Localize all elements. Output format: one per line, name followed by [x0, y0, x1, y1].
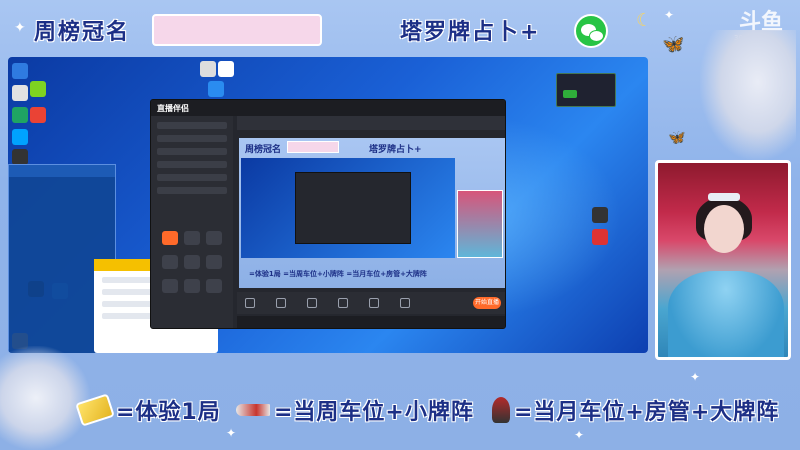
- desktop-icon[interactable]: [12, 107, 28, 123]
- tool-button[interactable]: [162, 231, 178, 245]
- tool-button[interactable]: [184, 279, 200, 293]
- preview-right-text: 塔罗牌占卜+: [369, 145, 422, 155]
- star-icon: ✦: [226, 426, 237, 440]
- tiara: [708, 193, 740, 201]
- star-icon: ✦: [690, 370, 701, 384]
- reward-item: =体验1局: [75, 393, 221, 427]
- app-main-area: 周榜冠名 塔罗牌占卜+ =体验1局 =当周车位+小牌阵 =当月车位+房管+大牌阵…: [237, 116, 505, 328]
- scene-item[interactable]: [157, 122, 227, 129]
- control-button[interactable]: [369, 298, 380, 308]
- reward-item: =当周车位+小牌阵: [236, 394, 474, 426]
- tool-button[interactable]: [184, 255, 200, 269]
- preview-desktop: [241, 158, 455, 258]
- app-logo: 直播伴侣: [157, 104, 189, 113]
- tool-button[interactable]: [206, 255, 222, 269]
- star-icon: ✦: [574, 428, 585, 442]
- app-control-bar: 开始直播: [237, 292, 505, 314]
- start-live-button[interactable]: 开始直播: [473, 297, 501, 309]
- reward-item: =当月车位+房管+大牌阵: [492, 394, 779, 426]
- header-title: 周榜冠名: [34, 20, 131, 45]
- desktop-icon[interactable]: [12, 63, 28, 79]
- control-button[interactable]: [400, 298, 411, 308]
- tool-button[interactable]: [206, 231, 222, 245]
- streaming-app-window[interactable]: 直播伴侣 周榜冠名 塔罗牌占卜+ =体验1局 =当周车位+小牌阵 =当月车位+房…: [150, 99, 506, 329]
- panel-line: [9, 177, 115, 187]
- ticket-icon: [75, 393, 115, 427]
- tool-button[interactable]: [162, 255, 178, 269]
- notification-action-button[interactable]: [563, 90, 577, 98]
- panel-line: [9, 217, 115, 227]
- preview-title: 周榜冠名: [245, 145, 282, 155]
- streamer-face: [704, 205, 744, 253]
- streamer-dress: [668, 271, 784, 357]
- character-illustration-right: [700, 30, 796, 160]
- desktop-icon[interactable]: [592, 229, 608, 245]
- tool-button[interactable]: [162, 279, 178, 293]
- scene-item[interactable]: [157, 148, 227, 155]
- desktop-icon[interactable]: [30, 107, 46, 123]
- app-titlebar[interactable]: 直播伴侣: [151, 100, 505, 116]
- desktop-icon[interactable]: [208, 81, 224, 97]
- reward-text: =当月车位+房管+大牌阵: [514, 400, 780, 425]
- desktop-icon[interactable]: [12, 129, 28, 145]
- scene-item[interactable]: [157, 135, 227, 142]
- preview-rewards: =体验1局 =当周车位+小牌阵 =当月车位+房管+大牌阵: [249, 270, 427, 278]
- reward-text: =体验1局: [116, 400, 221, 425]
- tarot-reading-text: 塔罗牌占卜+: [400, 20, 541, 45]
- airplane-icon: [236, 404, 270, 416]
- stream-preview: 周榜冠名 塔罗牌占卜+ =体验1局 =当周车位+小牌阵 =当月车位+房管+大牌阵: [239, 138, 505, 288]
- side-panel-header: [9, 165, 115, 177]
- wechat-icon: [574, 14, 608, 48]
- stream-overlay-frame: ✦ 周榜冠名 塔罗牌占卜+ ☾ ✦ ✦ ✦ ✦ 斗鱼 3083818 🦋 🦋: [0, 0, 800, 450]
- panel-line: [9, 197, 115, 207]
- desktop-icon[interactable]: [592, 207, 608, 223]
- desktop-icon[interactable]: [12, 85, 28, 101]
- preview-camera: [457, 190, 503, 258]
- desktop-icon[interactable]: [30, 81, 46, 97]
- reward-bar: =体验1局 =当周车位+小牌阵 =当月车位+房管+大牌阵: [66, 388, 782, 428]
- control-button[interactable]: [338, 298, 349, 308]
- star-icon: ✦: [664, 8, 675, 22]
- sponsor-name-box: [152, 14, 322, 46]
- desktop-icon[interactable]: [218, 61, 234, 77]
- rocket-icon: [492, 397, 510, 423]
- tool-button[interactable]: [206, 279, 222, 293]
- notification-popup[interactable]: [556, 73, 616, 107]
- butterfly-icon: 🦋: [668, 130, 686, 146]
- webcam-feed: [655, 160, 791, 360]
- control-button[interactable]: [307, 298, 318, 308]
- moon-icon: ☾: [636, 10, 653, 31]
- tool-grid: [159, 228, 229, 300]
- sparkle-icon: ✦: [14, 20, 26, 36]
- preview-name-box: [287, 141, 339, 153]
- reward-text: =当周车位+小牌阵: [274, 400, 474, 425]
- app-scene-sidebar[interactable]: [151, 116, 233, 328]
- app-tab-bar[interactable]: [237, 116, 505, 130]
- panel-line: [9, 187, 115, 197]
- control-button[interactable]: [276, 298, 287, 308]
- scene-item[interactable]: [157, 187, 227, 194]
- tool-button[interactable]: [184, 231, 200, 245]
- control-button[interactable]: [245, 298, 255, 308]
- butterfly-icon: 🦋: [662, 34, 685, 55]
- scene-item[interactable]: [157, 161, 227, 168]
- panel-line: [9, 207, 115, 217]
- app-status-bar: [237, 316, 505, 328]
- desktop-icon[interactable]: [200, 61, 216, 77]
- desktop-icon[interactable]: [12, 149, 28, 165]
- scene-item[interactable]: [157, 174, 227, 181]
- preview-nested-window: [295, 172, 411, 244]
